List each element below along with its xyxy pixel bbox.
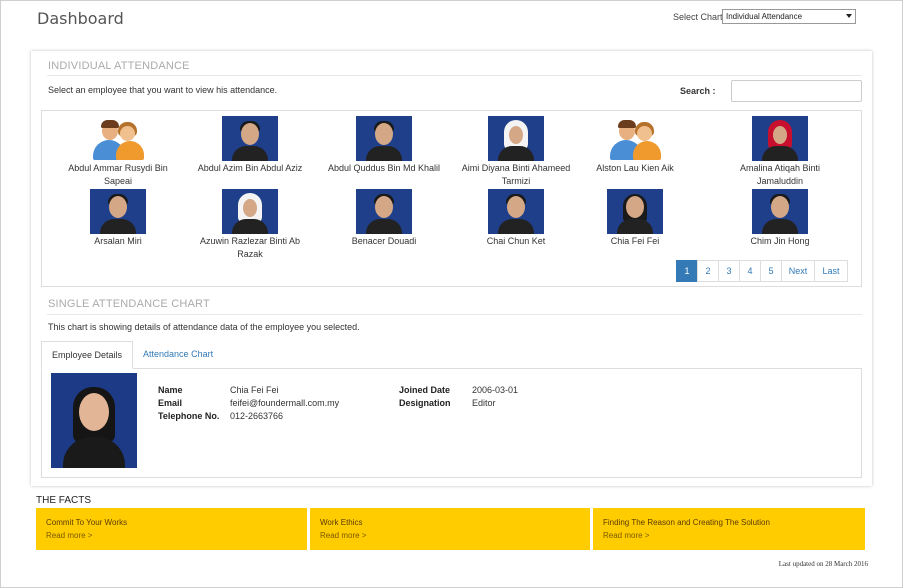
employee-card[interactable]: Alston Lau Kien Aik [575,116,695,175]
employee-photo [356,189,412,234]
page-title: Dashboard [37,9,124,28]
employee-photo [222,116,278,161]
tab-employee-details[interactable]: Employee Details [41,341,134,369]
employee-name: Aimi Diyana Binti Ahameed Tarmizi [461,163,571,186]
read-more-link[interactable]: Read more > [320,531,580,540]
single-attendance-description: This chart is showing details of attenda… [48,322,360,332]
chevron-down-icon [846,14,852,18]
employee-card[interactable]: Benacer Douadi [324,189,444,248]
read-more-link[interactable]: Read more > [46,531,297,540]
fact-card[interactable]: Work Ethics Read more > [310,508,590,550]
employee-name: Abdul Ammar Rusydi Bin Sapeai [68,163,168,186]
pagination: 1 2 3 4 5 Next Last [676,260,848,282]
page-button-2[interactable]: 2 [697,260,719,282]
employee-photo [222,189,278,234]
employee-name: Azuwin Razlezar Binti Ab Razak [199,236,301,259]
employee-name: Amalina Atiqah Binti Jamaluddin [739,163,821,186]
fact-heading: Work Ethics [320,518,363,527]
employee-card[interactable]: Abdul Quddus Bin Md Khalil [324,116,444,175]
section-divider [47,75,862,76]
employee-photo [90,189,146,234]
fact-heading: Finding The Reason and Creating The Solu… [603,518,770,527]
select-chart-label: Select Chart [673,12,723,22]
read-more-link[interactable]: Read more > [603,531,855,540]
employee-photo [51,373,137,468]
fact-heading: Commit To Your Works [46,518,128,527]
employee-card[interactable]: Amalina Atiqah Binti Jamaluddin [720,116,840,188]
email-label: Email [158,398,183,408]
page-button-1[interactable]: 1 [676,260,698,282]
employee-photo [488,116,544,161]
last-updated: Last updated on 28 March 2016 [778,560,868,568]
employee-card[interactable]: Arsalan Miri [58,189,178,248]
search-label: Search : [680,86,716,96]
employee-card[interactable]: Abdul Ammar Rusydi Bin Sapeai [58,116,178,188]
tab-attendance-chart[interactable]: Attendance Chart [133,341,223,369]
employee-photo [752,116,808,161]
page-button-next[interactable]: Next [781,260,815,282]
section-divider [47,314,862,315]
email-value: feifei@foundermall.com.my [230,398,340,408]
fact-card[interactable]: Finding The Reason and Creating The Solu… [593,508,865,550]
select-chart-value: Individual Attendance [726,12,803,21]
employee-card[interactable]: Abdul Azim Bin Abdul Aziz [190,116,310,175]
employee-card[interactable]: Chai Chun Ket [456,189,576,248]
employee-name: Chim Jin Hong [750,236,810,246]
employee-card[interactable]: Azuwin Razlezar Binti Ab Razak [190,189,310,261]
employee-photo [488,189,544,234]
single-attendance-title: SINGLE ATTENDANCE CHART [48,298,210,310]
user-placeholder-icon [90,116,146,161]
employee-name: Arsalan Miri [94,236,142,246]
employee-photo [752,189,808,234]
select-chart-dropdown[interactable]: Individual Attendance [722,9,856,24]
individual-attendance-description: Select an employee that you want to view… [48,85,278,95]
joined-value: 2006-03-01 [472,385,519,395]
individual-attendance-title: INDIVIDUAL ATTENDANCE [48,60,190,72]
employee-card[interactable]: Chia Fei Fei [575,189,695,248]
page-button-3[interactable]: 3 [718,260,740,282]
facts-title: THE FACTS [36,495,92,506]
page-button-4[interactable]: 4 [739,260,761,282]
phone-label: Telephone No. [158,411,220,421]
page-button-last[interactable]: Last [814,260,848,282]
designation-value: Editor [472,398,496,408]
user-placeholder-icon [607,116,663,161]
detail-tabs: Employee Details Attendance Chart [41,341,223,369]
page-button-5[interactable]: 5 [760,260,782,282]
joined-label: Joined Date [399,385,451,395]
employee-name: Chia Fei Fei [610,236,660,246]
employee-card[interactable]: Aimi Diyana Binti Ahameed Tarmizi [456,116,576,188]
employee-name: Chai Chun Ket [486,236,546,246]
employee-card[interactable]: Chim Jin Hong [720,189,840,248]
fact-card[interactable]: Commit To Your Works Read more > [36,508,307,550]
employee-name: Abdul Quddus Bin Md Khalil [327,163,441,173]
employee-photo [356,116,412,161]
employee-name: Benacer Douadi [351,236,417,246]
employee-name: Abdul Azim Bin Abdul Aziz [197,163,303,173]
employee-name: Alston Lau Kien Aik [596,163,674,173]
designation-label: Designation [399,398,451,408]
name-value: Chia Fei Fei [230,385,279,395]
name-label: Name [158,385,183,395]
employee-photo [607,189,663,234]
phone-value: 012-2663766 [230,411,284,421]
search-input[interactable] [731,80,862,102]
